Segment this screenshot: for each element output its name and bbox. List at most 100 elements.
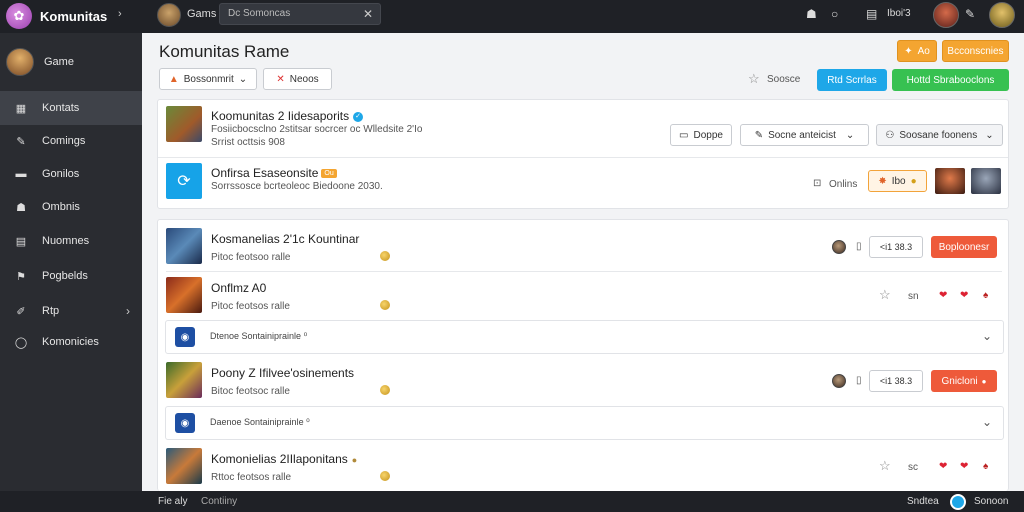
sidebar-item-nuomnes[interactable]: ▤ Nuomnes bbox=[0, 224, 142, 258]
heart-icon[interactable]: ❤ bbox=[939, 461, 947, 472]
calendar-icon[interactable]: ▤ bbox=[866, 7, 877, 21]
circle-icon: ◯ bbox=[14, 336, 28, 349]
sidebar-item-gonilos[interactable]: ▬ Gonilos bbox=[0, 157, 142, 191]
star-icon[interactable]: ☆ bbox=[879, 458, 891, 474]
chevron-down-icon[interactable]: ⌄ bbox=[982, 329, 992, 343]
grid-icon: ▦ bbox=[15, 102, 27, 115]
profile-avatar[interactable] bbox=[989, 2, 1015, 28]
coin-icon bbox=[380, 385, 390, 395]
sidebar-footer bbox=[0, 491, 142, 512]
members-dropdown[interactable]: ⚇ Soosane foonens ⌄ bbox=[876, 124, 1003, 146]
list-item[interactable]: ◉ Dtenoe Sontainiprainle ⁰ ⌄ bbox=[165, 320, 1004, 354]
clear-filter-button[interactable]: ✕ Neoos bbox=[263, 68, 332, 90]
close-icon[interactable]: ✕ bbox=[363, 7, 373, 21]
post-thumbnail[interactable] bbox=[166, 228, 202, 264]
footer-link[interactable]: Sndtea bbox=[907, 496, 939, 507]
post-thumbnail[interactable] bbox=[166, 448, 202, 484]
coin-icon: ● bbox=[351, 455, 358, 465]
chevron-right-icon[interactable]: › bbox=[126, 304, 130, 318]
compose-icon[interactable]: ✎ bbox=[965, 7, 975, 21]
vote-count[interactable]: <i1 38.3 bbox=[869, 370, 923, 392]
bell-icon[interactable]: ☗ bbox=[806, 7, 817, 21]
coin-icon bbox=[380, 251, 390, 261]
featured-stats: Srrist octtsis 908 bbox=[211, 137, 285, 148]
close-icon: ✕ bbox=[276, 73, 285, 85]
vote-count[interactable]: <i1 38.3 bbox=[869, 236, 923, 258]
flame-icon: ▲ bbox=[168, 73, 179, 85]
divider bbox=[166, 271, 1002, 272]
circle-icon[interactable]: ○ bbox=[831, 7, 838, 21]
post-title[interactable]: Poony Z Ifilvee'osinements bbox=[211, 366, 354, 380]
post-score: sc bbox=[908, 462, 918, 473]
connections-button[interactable]: Bcconscnies bbox=[942, 40, 1009, 62]
brand[interactable]: ✿ Komunitas bbox=[6, 3, 107, 29]
member-avatar[interactable] bbox=[935, 168, 965, 194]
avatar[interactable] bbox=[832, 374, 846, 388]
fire-icon[interactable]: ♠ bbox=[983, 461, 988, 472]
member-avatar[interactable] bbox=[971, 168, 1001, 194]
sidebar-item-label: Gonilos bbox=[42, 168, 80, 180]
second-title[interactable]: Onfirsa Esaseonsite Ou bbox=[211, 166, 337, 180]
list-item[interactable]: ◉ Daenoe Sontainiprainle ⁰ ⌄ bbox=[165, 406, 1004, 440]
second-title-text: Onfirsa Esaseonsite bbox=[211, 166, 319, 180]
avatar bbox=[6, 48, 34, 76]
sort-label: Socne anteicist bbox=[768, 129, 836, 141]
footer-link[interactable]: Fie aly bbox=[158, 496, 187, 507]
footer-link[interactable]: Sonoon bbox=[974, 496, 1008, 507]
chevron-down-icon[interactable]: ⌄ bbox=[982, 415, 992, 429]
heart-icon[interactable]: ❤ bbox=[960, 461, 968, 472]
game-avatar[interactable] bbox=[157, 3, 181, 27]
sidebar-profile[interactable]: Game bbox=[6, 48, 74, 76]
card-icon: ▬ bbox=[15, 168, 27, 180]
heart-icon[interactable]: ❤ bbox=[939, 290, 947, 301]
post-action-button[interactable]: Gnicloni ● bbox=[931, 370, 997, 392]
search-box[interactable]: Dc Somoncas ✕ bbox=[219, 3, 381, 25]
docs-button[interactable]: ▭ Doppe bbox=[670, 124, 732, 146]
sidebar-item-ombnis[interactable]: ☗ Ombnis bbox=[0, 190, 142, 224]
brand-chevron-icon[interactable]: › bbox=[118, 8, 122, 20]
primary-blue-button[interactable]: Rtd Scrrlas bbox=[817, 69, 887, 91]
post-thumbnail[interactable] bbox=[166, 277, 202, 313]
star-icon[interactable]: ☆ bbox=[748, 71, 760, 87]
trophy-icon: ✦ bbox=[904, 45, 913, 57]
sidebar-item-kontats[interactable]: ▦ Kontats bbox=[0, 91, 142, 125]
app-icon: ◉ bbox=[175, 413, 195, 433]
sort-dropdown[interactable]: ✎ Socne anteicist ⌄ bbox=[740, 124, 869, 146]
community-thumbnail[interactable] bbox=[166, 106, 202, 142]
coin-icon: ● bbox=[910, 175, 917, 187]
footer-link[interactable]: Contiiny bbox=[201, 496, 237, 507]
sidebar: Game ▦ Kontats ✎ Comings ▬ Gonilos ☗ Ombnis ▤ Nuo… bbox=[0, 33, 142, 512]
reward-label: Ao bbox=[917, 45, 930, 57]
coin-icon bbox=[380, 471, 390, 481]
sidebar-item-rtp[interactable]: ✐ Rtp › bbox=[0, 294, 142, 328]
post-title[interactable]: Komonielias 2IIlaponitans ● bbox=[211, 452, 357, 466]
post-subtitle: Bitoc feotsoc ralle bbox=[211, 386, 290, 397]
avatar[interactable] bbox=[832, 240, 846, 254]
sidebar-item-komonicies[interactable]: ◯ Komonicies bbox=[0, 325, 142, 359]
post-title[interactable]: Kosmanelias 2'1c Kountinar bbox=[211, 232, 359, 246]
primary-green-button[interactable]: Hottd Sbrabooclons bbox=[892, 69, 1009, 91]
user-avatar[interactable] bbox=[933, 2, 959, 28]
post-title[interactable]: Onflmz A0 bbox=[211, 281, 266, 295]
app-icon[interactable]: ⟳ bbox=[166, 163, 202, 199]
sidebar-item-pogbelds[interactable]: ⚑ Pogbelds bbox=[0, 259, 142, 293]
reward-button[interactable]: ✦ Ao bbox=[897, 40, 937, 62]
heart-icon[interactable]: ❤ bbox=[960, 290, 968, 301]
filter-dropdown[interactable]: ▲ Bossonmrit ⌄ bbox=[159, 68, 257, 90]
coin-counter[interactable]: ✸ Ibo ● bbox=[868, 170, 927, 192]
search-input[interactable]: Dc Somoncas bbox=[228, 8, 290, 19]
sidebar-item-comings[interactable]: ✎ Comings bbox=[0, 124, 142, 158]
post-title-text: Komonielias 2IIlaponitans bbox=[211, 452, 348, 466]
fire-icon[interactable]: ♠ bbox=[983, 290, 988, 301]
sidebar-item-label: Kontats bbox=[42, 102, 80, 114]
post-action-button[interactable]: Boploonesr bbox=[931, 236, 997, 258]
status-icon[interactable] bbox=[950, 494, 966, 510]
verified-icon: ✓ bbox=[353, 111, 364, 122]
user-label: Iboi'3 bbox=[887, 8, 911, 19]
post-thumbnail[interactable] bbox=[166, 362, 202, 398]
star-icon[interactable]: ☆ bbox=[879, 287, 891, 303]
sidebar-item-label: Comings bbox=[42, 135, 86, 147]
second-description: Sorrssosce bcrteoleoc Biedoone 2030. bbox=[211, 181, 383, 192]
featured-title[interactable]: Koomunitas 2 Iidesaporits ✓ bbox=[211, 109, 364, 123]
online-label: Onlins bbox=[829, 179, 858, 190]
